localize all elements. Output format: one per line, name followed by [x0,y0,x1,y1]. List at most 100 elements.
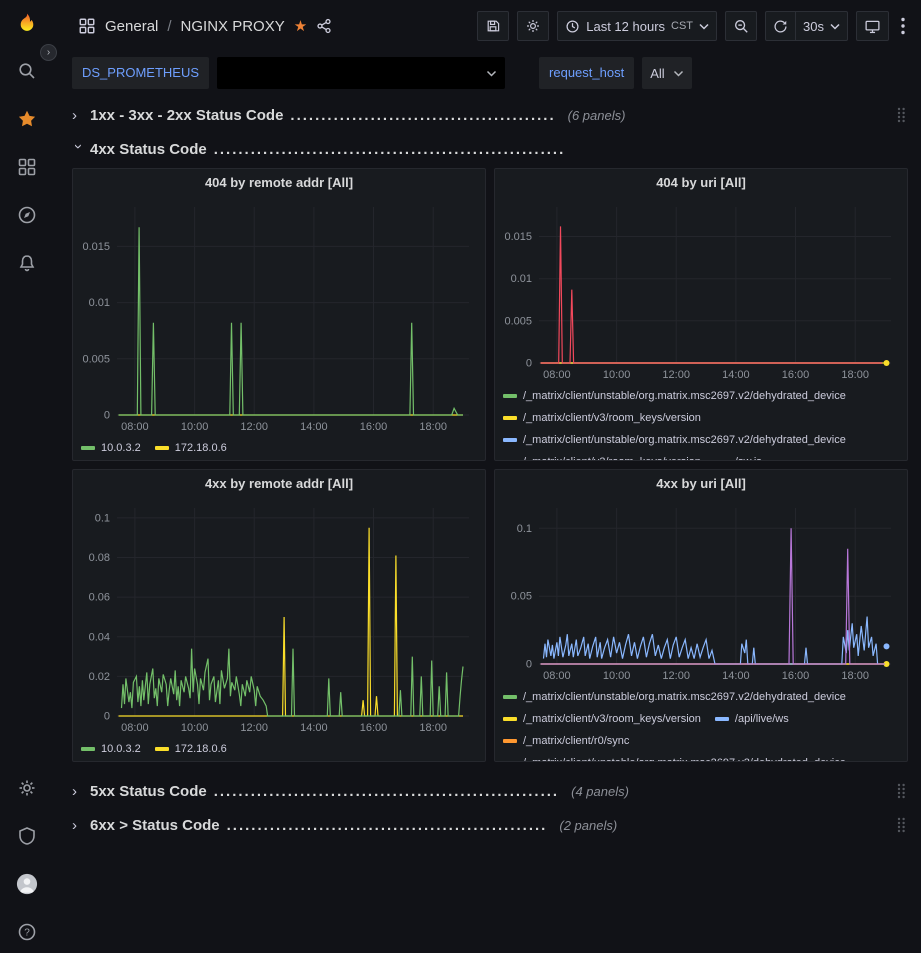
server-admin-shield-icon[interactable] [16,825,38,847]
row-drag-handle[interactable] [896,106,908,124]
breadcrumb-dashboard-title[interactable]: NGINX PROXY [181,18,285,35]
legend-series-label: /_matrix/client/r0/sync [523,735,629,747]
tv-mode-button[interactable] [856,11,889,41]
configuration-gear-icon[interactable] [16,777,38,799]
svg-text:0: 0 [104,711,110,723]
legend-item[interactable]: /_matrix/client/r0/sync [503,735,629,747]
chevron-right-icon: › [72,107,90,124]
legend-item[interactable]: 10.0.3.2 [81,743,141,755]
time-range-label: Last 12 hours [586,19,665,34]
row-6xx[interactable]: › 6xx > Status Code ....................… [72,810,908,840]
more-menu-button[interactable] [897,17,909,35]
panel-title[interactable]: 4xx by uri [All] [503,470,899,498]
save-dashboard-button[interactable] [477,11,509,41]
legend-item[interactable]: /_matrix/client/v3/room_keys/version [503,412,701,424]
panel-legend: 10.0.3.2 172.18.0.6 [81,437,477,459]
legend-series-swatch-icon [155,747,169,751]
row-drag-handle[interactable] [896,816,908,834]
explore-compass-icon[interactable] [16,204,38,226]
svg-text:0.01: 0.01 [511,273,532,285]
legend-item[interactable]: 172.18.0.6 [155,743,227,755]
svg-text:0.05: 0.05 [511,591,532,603]
refresh-button[interactable] [765,11,796,41]
row-panel-count: (4 panels) [571,784,629,799]
zoom-out-button[interactable] [725,11,757,41]
row-1xx-3xx-2xx[interactable]: › 1xx - 3xx - 2xx Status Code ..........… [72,100,908,130]
sidebar-expand-button[interactable]: › [40,44,57,61]
chevron-right-icon: › [72,817,90,834]
chevron-down-icon: › [70,144,87,162]
panel-legend: /_matrix/client/unstable/org.matrix.msc2… [503,686,899,762]
panel-title[interactable]: 404 by uri [All] [503,169,899,197]
row-title: 4xx Status Code [90,141,207,158]
toolbar: Last 12 hours CST 30s [477,11,909,41]
variable-value-request-host-dropdown[interactable]: All [642,57,691,89]
legend-series-label: /_matrix/client/unstable/org.matrix.msc2… [523,757,846,762]
legend-series-swatch-icon [155,446,169,450]
starred-dashboards-icon[interactable] [16,108,38,130]
svg-text:?: ? [24,928,30,939]
row-4xx[interactable]: › 4xx Status Code ......................… [72,134,908,164]
dashboards-icon[interactable] [16,156,38,178]
refresh-interval-dropdown[interactable]: 30s [796,11,848,41]
variable-value-ds-dropdown[interactable] [217,57,505,89]
legend-series-swatch-icon [81,747,95,751]
alerting-bell-icon[interactable] [16,252,38,274]
legend-item[interactable]: 10.0.3.2 [81,442,141,454]
legend-item[interactable]: /api/live/ws [715,713,789,725]
legend-item[interactable]: /_matrix/client/unstable/org.matrix.msc2… [503,390,846,402]
svg-text:12:00: 12:00 [662,670,690,682]
legend-series-label: /sw.js [735,456,762,461]
panel-title[interactable]: 404 by remote addr [All] [81,169,477,197]
row-title: 5xx Status Code [90,783,207,800]
help-icon[interactable]: ? [16,921,38,943]
row-drag-handle[interactable] [896,782,908,800]
magnifier-minus-icon [733,18,749,34]
legend-item[interactable]: /_matrix/client/unstable/org.matrix.msc2… [503,757,846,762]
svg-text:08:00: 08:00 [121,722,149,734]
time-series-chart[interactable]: 00.0050.010.01508:0010:0012:0014:0016:00… [503,197,899,383]
legend-item[interactable]: /_matrix/client/v3/room_keys/version [503,456,701,461]
svg-text:0.06: 0.06 [89,592,110,604]
legend-series-label: /_matrix/client/unstable/org.matrix.msc2… [523,390,846,402]
svg-text:18:00: 18:00 [841,670,869,682]
row-title-dots: ........................................… [290,107,555,124]
clock-icon [565,19,580,34]
search-icon[interactable] [16,60,38,82]
legend-series-label: /_matrix/client/unstable/org.matrix.msc2… [523,691,846,703]
panel-row-top: 404 by remote addr [All] 00.0050.010.015… [72,168,908,461]
legend-series-swatch-icon [715,460,729,461]
share-icon[interactable] [316,18,332,34]
panel-row-bottom: 4xx by remote addr [All] 00.020.040.060.… [72,469,908,762]
grafana-logo[interactable] [16,12,38,34]
legend-series-swatch-icon [503,695,517,699]
chevron-down-icon [486,70,497,77]
legend-item[interactable]: /_matrix/client/unstable/org.matrix.msc2… [503,434,846,446]
row-title: 1xx - 3xx - 2xx Status Code [90,107,283,124]
time-series-chart[interactable]: 00.020.040.060.080.108:0010:0012:0014:00… [81,498,477,736]
favorite-star-icon[interactable]: ★ [294,17,307,35]
legend-item[interactable]: /sw.js [715,456,762,461]
row-5xx[interactable]: › 5xx Status Code ......................… [72,776,908,806]
time-series-chart[interactable]: 00.0050.010.01508:0010:0012:0014:0016:00… [81,197,477,435]
dashboard-settings-button[interactable] [517,11,549,41]
timezone-label: CST [671,20,693,32]
legend-item[interactable]: /_matrix/client/unstable/org.matrix.msc2… [503,691,846,703]
user-avatar[interactable] [16,873,38,895]
time-range-picker[interactable]: Last 12 hours CST [557,11,717,41]
svg-text:16:00: 16:00 [360,722,388,734]
breadcrumb-section[interactable]: General [105,18,158,35]
panel-title[interactable]: 4xx by remote addr [All] [81,470,477,498]
time-series-chart[interactable]: 00.050.108:0010:0012:0014:0016:0018:00 [503,498,899,684]
svg-text:18:00: 18:00 [841,369,869,381]
svg-text:0.015: 0.015 [82,241,110,253]
refresh-group: 30s [765,11,848,41]
legend-item[interactable]: /_matrix/client/v3/room_keys/version [503,713,701,725]
svg-text:10:00: 10:00 [603,369,631,381]
row-title-dots: ........................................… [214,783,559,800]
variable-value-request-host: All [650,66,664,81]
legend-series-label: /_matrix/client/v3/room_keys/version [523,412,701,424]
svg-text:10:00: 10:00 [603,670,631,682]
variable-label-request-host: request_host [539,57,634,89]
legend-item[interactable]: 172.18.0.6 [155,442,227,454]
